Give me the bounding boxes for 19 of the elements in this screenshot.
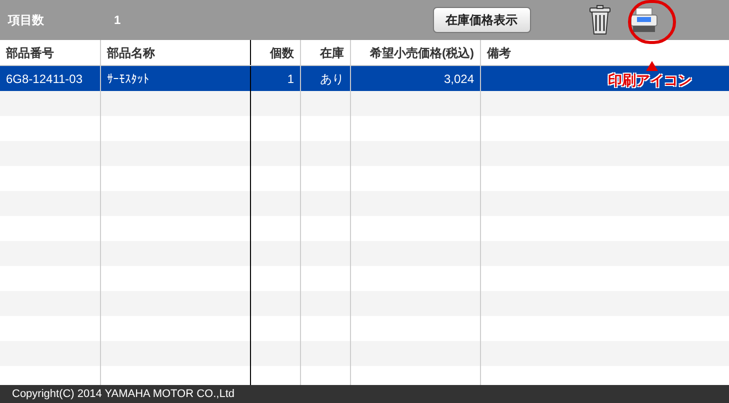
item-count-label: 項目数 [8, 12, 44, 29]
table-cell-text: 3,024 [444, 70, 474, 88]
column-header: 部品番号 [0, 40, 101, 65]
column-header: 希望小売価格(税込) [351, 40, 481, 65]
pointer-triangle-icon [646, 61, 658, 71]
table-cell-text: ｻｰﾓｽﾀｯﾄ [107, 70, 149, 88]
copyright-text: Copyright(C) 2014 YAMAHA MOTOR CO.,Ltd [12, 386, 235, 402]
table-cell-text: 6G8-12411-03 [6, 70, 82, 88]
stock-price-button[interactable]: 在庫価格表示 [432, 7, 531, 33]
print-icon[interactable] [630, 7, 658, 33]
annotation-label: 印刷アイコン [608, 73, 692, 87]
column-header: 備考 [486, 44, 512, 62]
column-header: 在庫 [301, 40, 351, 65]
table-cell-text: 1 [287, 70, 294, 88]
trash-icon[interactable] [588, 5, 611, 35]
item-count: 1 [114, 12, 121, 29]
column-header: 部品名称 [101, 40, 251, 65]
table-cell-text: あり [320, 70, 344, 88]
column-header: 個数 [251, 40, 301, 65]
